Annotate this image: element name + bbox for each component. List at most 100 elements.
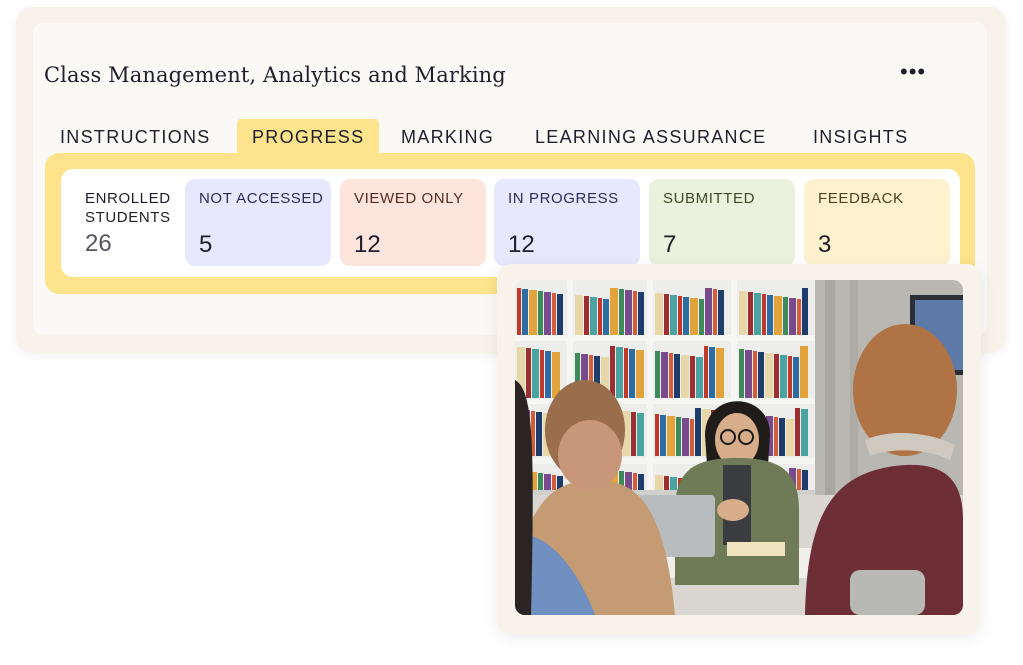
stat-submitted[interactable]: SUBMITTED 7: [649, 179, 795, 266]
more-options-icon[interactable]: •••: [900, 61, 925, 83]
tab-insights[interactable]: INSIGHTS: [813, 119, 908, 155]
progress-stats: ENROLLED STUDENTS 26 NOT ACCESSED 5 VIEW…: [61, 169, 960, 277]
book-spine: [709, 347, 715, 398]
book-spine: [664, 294, 669, 335]
book-spine: [779, 418, 785, 456]
enrolled-label-line2: STUDENTS: [85, 209, 171, 226]
stat-viewed-only[interactable]: VIEWED ONLY 12: [340, 179, 486, 266]
stat-value: 12: [354, 231, 381, 258]
book-spine: [795, 408, 800, 456]
book-spine: [536, 412, 542, 456]
book-spine: [655, 414, 659, 456]
book-spine: [603, 299, 609, 335]
book-spine: [638, 292, 644, 335]
book-spine: [590, 297, 597, 335]
book-spine: [802, 288, 808, 335]
book-spine: [774, 354, 779, 398]
book-spine: [661, 352, 668, 398]
book-spine: [619, 289, 624, 335]
book-spine: [678, 296, 682, 335]
book-spine: [699, 299, 704, 335]
stat-label: NOT ACCESSED: [199, 190, 324, 207]
book-spine: [538, 473, 543, 490]
book-spine: [631, 412, 636, 456]
book-spine: [754, 293, 761, 335]
book-spine: [767, 295, 773, 335]
book-spine: [783, 297, 788, 335]
book-spine: [655, 351, 660, 398]
book-spine: [545, 351, 551, 398]
book-spine: [610, 346, 615, 398]
book-spine: [638, 474, 644, 490]
classroom-illustration: [515, 280, 963, 615]
book-spine: [544, 474, 551, 490]
stat-label: FEEDBACK: [818, 190, 904, 207]
book-spine: [748, 292, 753, 335]
book-spine: [522, 289, 528, 335]
book-spine: [674, 354, 680, 398]
book-spine: [800, 346, 808, 398]
book-spine: [718, 290, 724, 335]
stat-label: VIEWED ONLY: [354, 190, 464, 207]
book-spine: [780, 355, 787, 398]
classroom-photo-card: [497, 264, 981, 634]
book-spine: [704, 346, 708, 398]
book-spine: [584, 296, 589, 335]
book-spine: [745, 350, 752, 398]
book-spine: [774, 417, 778, 456]
book-spine: [526, 348, 531, 398]
book-spine: [690, 419, 694, 456]
tab-marking[interactable]: MARKING: [401, 119, 494, 155]
book-spine: [529, 290, 537, 335]
book-spine: [739, 349, 744, 398]
book-spine: [670, 477, 677, 490]
book-spine: [575, 295, 583, 335]
book-spine: [793, 357, 799, 398]
enrolled-label-line1: ENROLLED: [85, 190, 171, 207]
book-spine: [540, 350, 544, 398]
book-spine: [696, 357, 703, 398]
stat-in-progress[interactable]: IN PROGRESS 12: [494, 179, 640, 266]
book-spine: [786, 419, 794, 456]
book-spine: [682, 418, 689, 456]
tab-instructions[interactable]: INSTRUCTIONS: [60, 119, 211, 155]
book-spine: [753, 351, 757, 398]
book-spine: [633, 291, 637, 335]
book-spine: [788, 356, 792, 398]
book-spine: [802, 470, 808, 490]
stat-not-accessed[interactable]: NOT ACCESSED 5: [185, 179, 331, 266]
book-spine: [695, 408, 701, 456]
book-spine: [557, 294, 563, 335]
stat-label: IN PROGRESS: [508, 190, 619, 207]
stat-value: 5: [199, 231, 213, 258]
book-spine: [616, 347, 623, 398]
page-title: Class Management, Analytics and Marking: [44, 63, 506, 87]
book-spine: [789, 298, 796, 335]
book-spine: [676, 417, 681, 456]
book-spine: [765, 353, 773, 398]
book-spine: [683, 297, 689, 335]
stat-feedback[interactable]: FEEDBACK 3: [804, 179, 950, 266]
tab-progress[interactable]: PROGRESS: [237, 119, 380, 155]
book-spine: [667, 416, 675, 456]
enrolled-students-stat: ENROLLED STUDENTS 26: [85, 189, 185, 258]
stat-value: 3: [818, 231, 832, 258]
book-spine: [670, 295, 677, 335]
book-spine: [598, 298, 602, 335]
book-spine: [633, 473, 637, 490]
enrolled-value: 26: [85, 230, 112, 257]
book-spine: [517, 288, 521, 335]
book-spine: [690, 356, 695, 398]
book-spine: [801, 409, 808, 456]
book-spine: [716, 348, 724, 398]
book-spine: [758, 352, 764, 398]
book-spine: [544, 292, 551, 335]
book-spine: [552, 475, 556, 490]
book-spine: [797, 469, 801, 490]
book-spine: [636, 350, 644, 398]
book-spine: [532, 349, 539, 398]
book-spine: [655, 475, 663, 490]
book-spine: [705, 288, 712, 335]
tab-learning-assurance[interactable]: LEARNING ASSURANCE: [535, 119, 766, 155]
book-spine: [610, 288, 618, 335]
